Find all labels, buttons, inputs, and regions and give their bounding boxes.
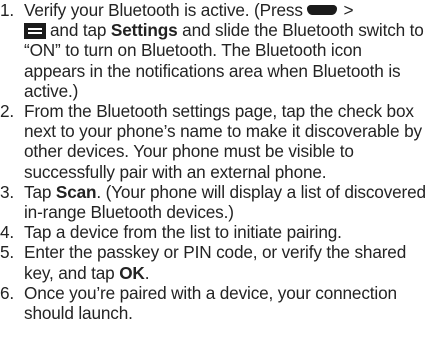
step-number: 2. (0, 101, 15, 122)
ok-term: OK (119, 262, 145, 283)
step-text: Tap Scan. (Your phone will display a lis… (24, 182, 426, 222)
step-text-part: . (144, 262, 150, 283)
step-number: 6. (0, 282, 15, 303)
step-text: Enter the passkey or PIN code, or verify… (24, 242, 426, 282)
home-key-icon (306, 5, 337, 16)
step-number: 4. (0, 222, 15, 243)
step-text: Tap a device from the list to initiate p… (24, 222, 342, 243)
step-text-part: Enter the passkey or PIN code, or verify… (24, 242, 407, 283)
bluetooth-pairing-steps: 1. Verify your Bluetooth is active. (Pre… (0, 0, 426, 323)
step-1: 1. Verify your Bluetooth is active. (Pre… (0, 0, 426, 101)
menu-key-icon (24, 22, 46, 39)
step-number: 5. (0, 242, 15, 263)
step-2: 2. From the Bluetooth settings page, tap… (0, 101, 426, 182)
step-text-part: Verify your Bluetooth is active. (Press (24, 0, 303, 20)
scan-term: Scan (55, 181, 97, 202)
step-4: 4. Tap a device from the list to initiat… (0, 222, 426, 242)
settings-term: Settings (110, 20, 178, 41)
step-number: 3. (0, 181, 15, 202)
step-6: 6. Once you’re paired with a device, you… (0, 283, 426, 323)
step-text: Verify your Bluetooth is active. (Press … (24, 0, 426, 101)
step-5: 5. Enter the passkey or PIN code, or ver… (0, 242, 426, 282)
step-text-part: Tap (24, 181, 56, 202)
step-text: Once you’re paired with a device, your c… (24, 282, 397, 324)
step-text: From the Bluetooth settings page, tap th… (24, 101, 422, 182)
step-text-part: and tap (50, 20, 111, 41)
step-number: 1. (0, 0, 15, 20)
step-text-part: > (338, 0, 354, 20)
step-3: 3. Tap Scan. (Your phone will display a … (0, 182, 426, 222)
